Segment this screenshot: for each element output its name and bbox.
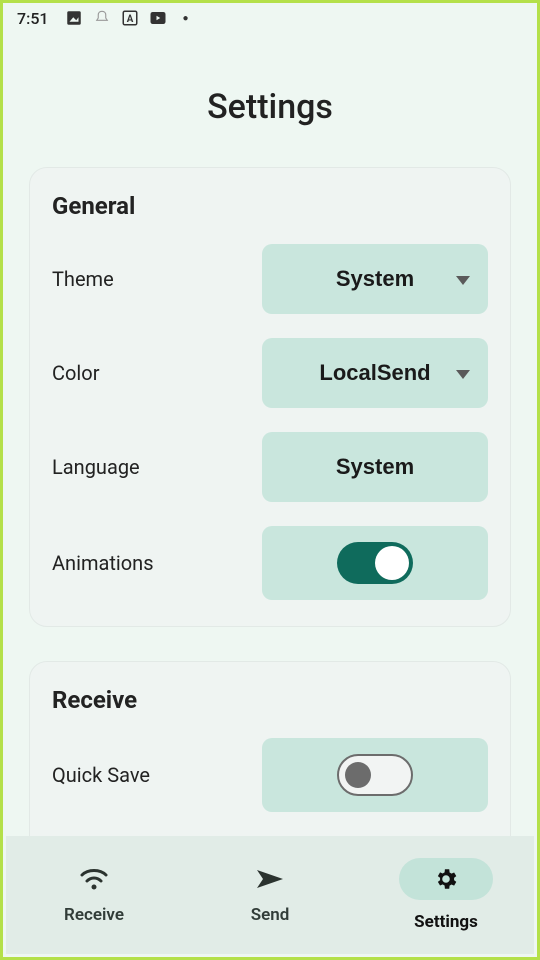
animations-toggle[interactable] — [337, 542, 413, 584]
nav-settings-label: Settings — [414, 912, 478, 932]
toggle-knob — [345, 762, 371, 788]
send-icon — [255, 865, 285, 893]
language-select[interactable]: System — [262, 432, 488, 502]
nav-receive[interactable]: Receive — [19, 865, 169, 925]
animations-row: Animations — [52, 526, 488, 600]
status-time: 7:51 — [17, 9, 49, 28]
theme-value: System — [336, 266, 414, 292]
toggle-knob — [375, 546, 409, 580]
picture-icon — [65, 9, 83, 27]
general-heading: General — [52, 192, 488, 220]
font-icon: A — [121, 9, 139, 27]
receive-heading: Receive — [52, 686, 488, 714]
chevron-down-icon — [456, 360, 470, 386]
quicksave-row: Quick Save — [52, 738, 488, 812]
video-icon — [149, 9, 167, 27]
status-bar: 7:51 A ● — [3, 3, 537, 33]
animations-label: Animations — [52, 551, 154, 575]
color-row: Color LocalSend — [52, 338, 488, 408]
general-card: General Theme System Color LocalSend Lan… — [29, 167, 511, 627]
nav-send-label: Send — [251, 905, 290, 925]
color-label: Color — [52, 361, 99, 385]
chevron-down-icon — [456, 266, 470, 292]
animations-toggle-wrap — [262, 526, 488, 600]
quicksave-label: Quick Save — [52, 763, 150, 787]
language-value: System — [336, 454, 414, 480]
dot-icon: ● — [177, 9, 195, 27]
gear-icon — [399, 858, 493, 900]
nav-settings[interactable]: Settings — [371, 858, 521, 932]
status-icons: A ● — [65, 9, 195, 27]
quicksave-toggle-wrap — [262, 738, 488, 812]
notification-icon — [93, 9, 111, 27]
bottom-nav: Receive Send Settings — [6, 836, 534, 954]
nav-send[interactable]: Send — [195, 865, 345, 925]
theme-label: Theme — [52, 267, 114, 291]
theme-row: Theme System — [52, 244, 488, 314]
wifi-icon — [79, 865, 109, 893]
theme-select[interactable]: System — [262, 244, 488, 314]
language-row: Language System — [52, 432, 488, 502]
quicksave-toggle[interactable] — [337, 754, 413, 796]
receive-card: Receive Quick Save — [29, 661, 511, 863]
color-value: LocalSend — [319, 360, 430, 386]
page-title: Settings — [3, 87, 537, 127]
svg-text:A: A — [126, 14, 133, 25]
language-label: Language — [52, 455, 140, 479]
color-select[interactable]: LocalSend — [262, 338, 488, 408]
nav-receive-label: Receive — [64, 905, 124, 925]
